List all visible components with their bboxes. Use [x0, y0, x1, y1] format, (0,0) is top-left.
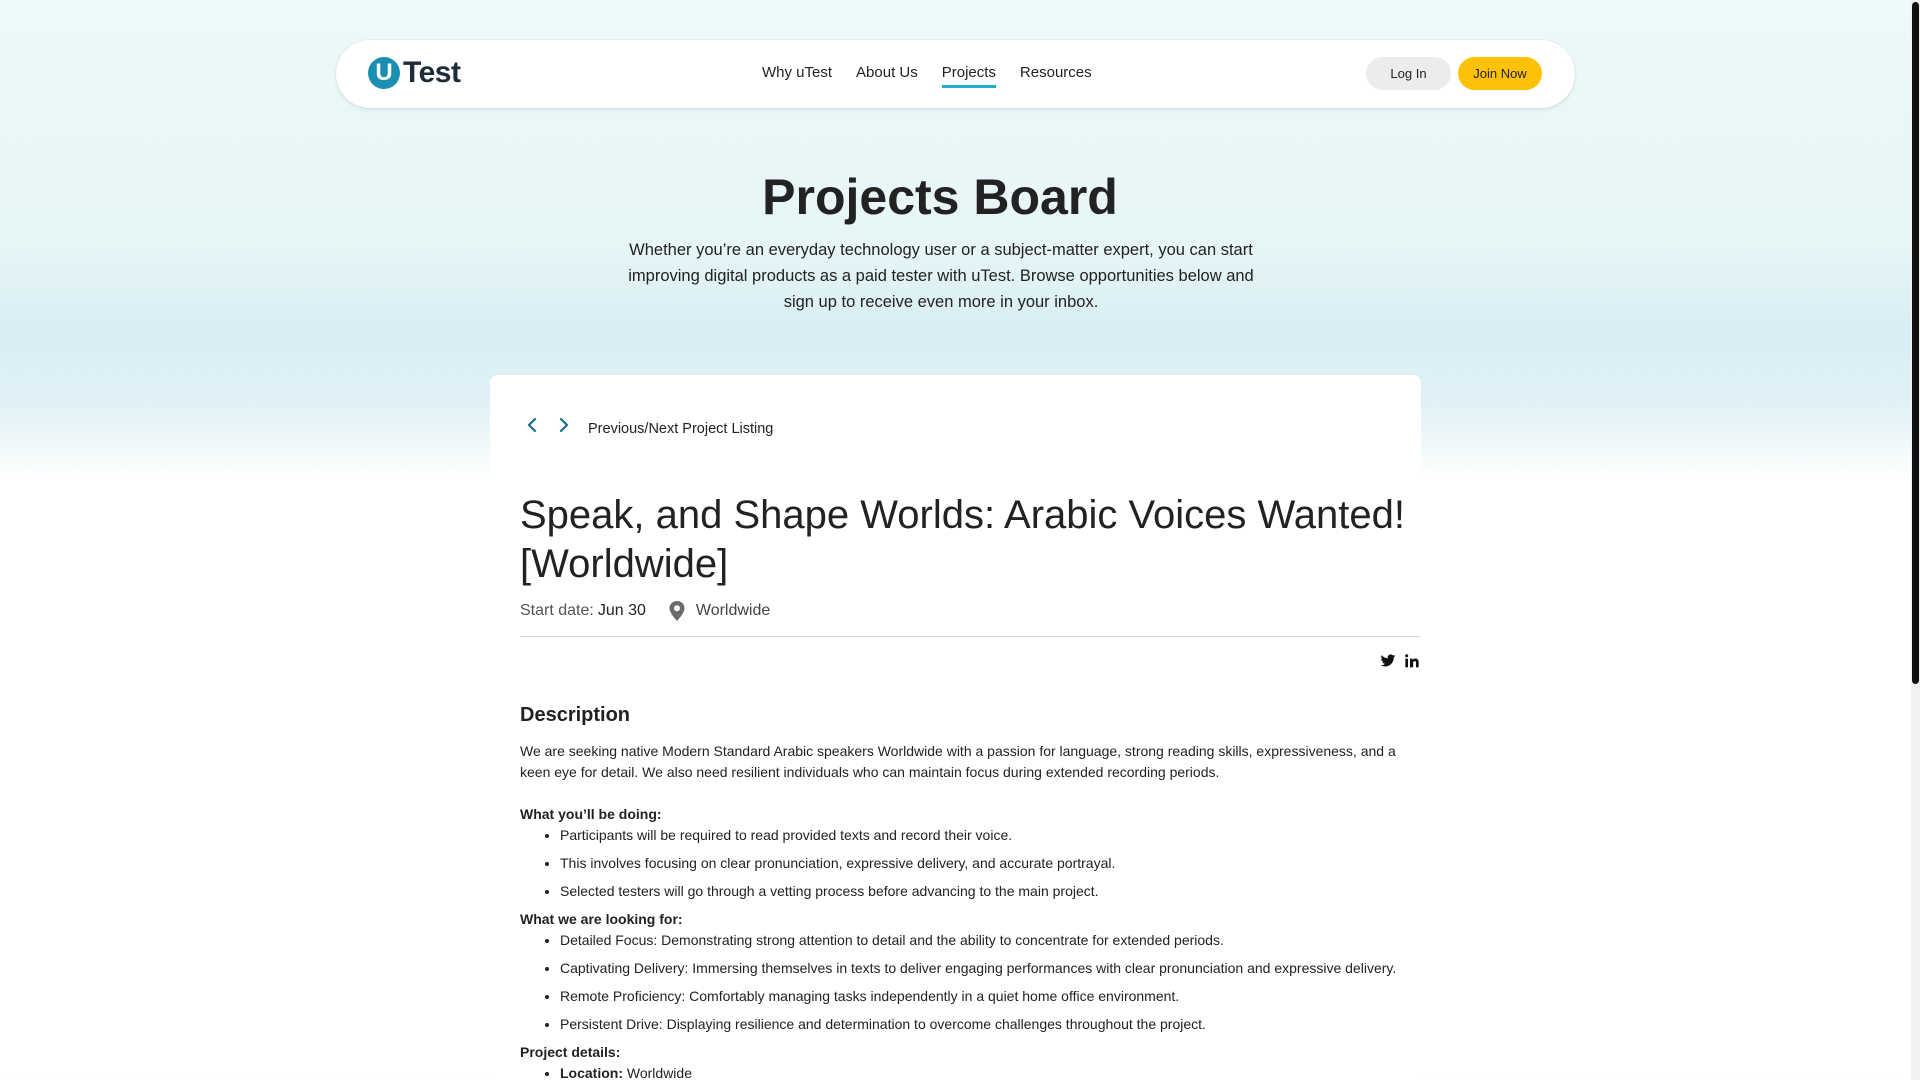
main-nav: Why uTest About Us Projects Resources: [762, 64, 1092, 88]
start-date-label: Start date:: [520, 602, 594, 619]
prev-next-label: Previous/Next Project Listing: [588, 421, 774, 437]
divider: [520, 636, 1420, 637]
linkedin-icon[interactable]: [1404, 653, 1420, 669]
location-pin-icon: [669, 601, 685, 621]
twitter-icon[interactable]: [1380, 653, 1396, 669]
list-item: Captivating Delivery: Immersing themselv…: [560, 958, 1420, 979]
listing-nav: [525, 417, 571, 433]
details-heading: Project details:: [520, 1044, 621, 1060]
looking-heading: What we are looking for:: [520, 911, 683, 927]
description-heading: Description: [520, 704, 631, 726]
list-item: Detailed Focus: Demonstrating strong att…: [560, 930, 1420, 951]
details-location-label: Location:: [560, 1065, 623, 1080]
description-body: We are seeking native Modern Standard Ar…: [520, 741, 1420, 1080]
list-item: Participants will be required to read pr…: [560, 825, 1420, 846]
project-card: Previous/Next Project Listing Speak, and…: [490, 375, 1421, 1080]
details-location-value: Worldwide: [626, 1065, 692, 1080]
nav-why-utest[interactable]: Why uTest: [762, 64, 832, 88]
page-subtitle: Whether you’re an everyday technology us…: [628, 241, 1254, 311]
logo-u-mark: U: [368, 57, 400, 89]
doing-heading: What you’ll be doing:: [520, 806, 662, 822]
join-now-button[interactable]: Join Now: [1458, 57, 1542, 90]
list-item: Selected testers will go through a vetti…: [560, 881, 1420, 902]
location-value: Worldwide: [695, 602, 771, 619]
chevron-right-icon[interactable]: [557, 417, 571, 433]
scrollbar-thumb[interactable]: [1912, 2, 1919, 684]
site-header: U Test Why uTest About Us Projects Resou…: [336, 40, 1575, 108]
looking-list: Detailed Focus: Demonstrating strong att…: [520, 930, 1420, 1035]
project-title: Speak, and Shape Worlds: Arabic Voices W…: [520, 493, 1405, 586]
utest-logo[interactable]: U Test: [368, 55, 461, 91]
scrollbar[interactable]: [1911, 0, 1920, 1080]
details-list: Location: Worldwide: [520, 1063, 1420, 1080]
login-button[interactable]: Log In: [1366, 57, 1451, 90]
doing-list: Participants will be required to read pr…: [520, 825, 1420, 902]
description-intro: We are seeking native Modern Standard Ar…: [520, 743, 1396, 780]
list-item: Remote Proficiency: Comfortably managing…: [560, 986, 1420, 1007]
chevron-left-icon[interactable]: [525, 417, 539, 433]
list-item: This involves focusing on clear pronunci…: [560, 853, 1420, 874]
share-links: [1380, 653, 1420, 669]
start-date-value: Jun 30: [597, 602, 646, 619]
nav-projects[interactable]: Projects: [941, 64, 996, 88]
logo-text: Test: [403, 56, 461, 89]
nav-resources[interactable]: Resources: [1020, 64, 1092, 88]
list-item: Location: Worldwide: [560, 1063, 1420, 1080]
nav-about-us[interactable]: About Us: [856, 64, 918, 88]
list-item: Persistent Drive: Displaying resilience …: [560, 1014, 1420, 1035]
page-title: Projects Board: [762, 169, 1118, 225]
project-meta: Start date: Jun 30 Worldwide: [520, 600, 770, 622]
